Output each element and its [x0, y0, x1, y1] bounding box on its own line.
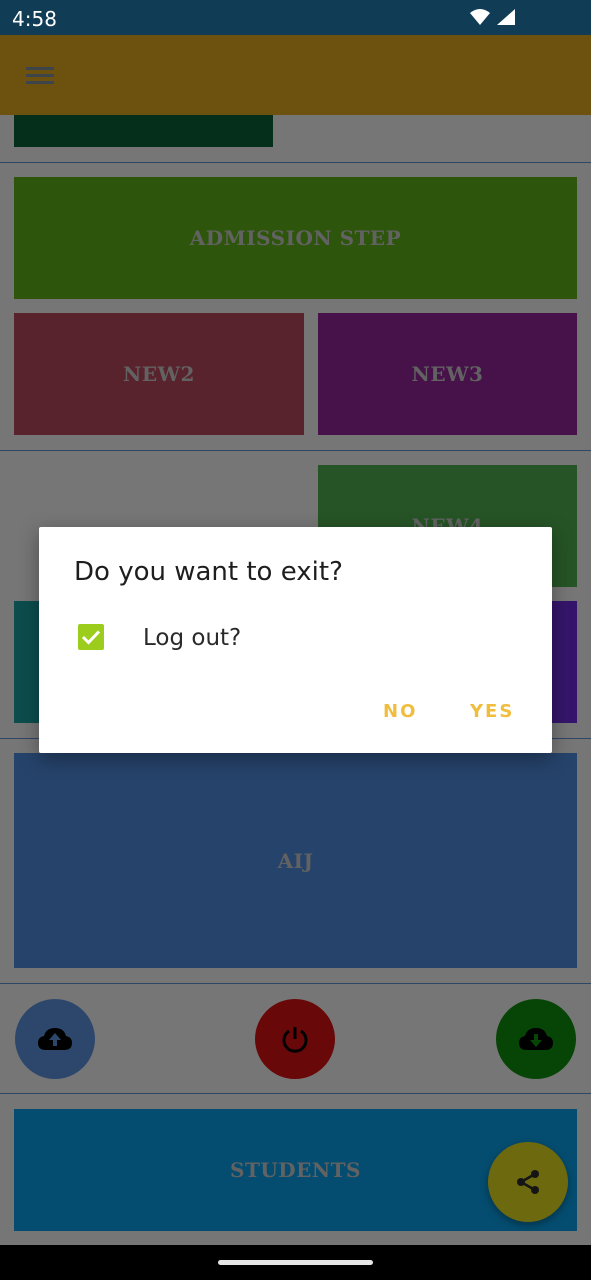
home-gesture-handle[interactable] [218, 1260, 373, 1265]
logout-checkbox-label[interactable]: Log out? [143, 625, 241, 651]
navigation-bar [0, 1245, 591, 1280]
system-icons [469, 7, 531, 34]
no-button[interactable]: NO [383, 701, 417, 722]
wifi-icon [470, 9, 515, 25]
checkmark-icon [81, 630, 101, 645]
dialog-title: Do you want to exit? [74, 557, 343, 587]
cell-signal-icon [497, 9, 515, 25]
status-bar: 4:58 [0, 0, 591, 35]
yes-button[interactable]: YES [470, 701, 514, 722]
exit-dialog: Do you want to exit? Log out? NO YES [39, 527, 552, 753]
logout-checkbox[interactable] [78, 624, 104, 650]
status-time: 4:58 [12, 7, 57, 31]
